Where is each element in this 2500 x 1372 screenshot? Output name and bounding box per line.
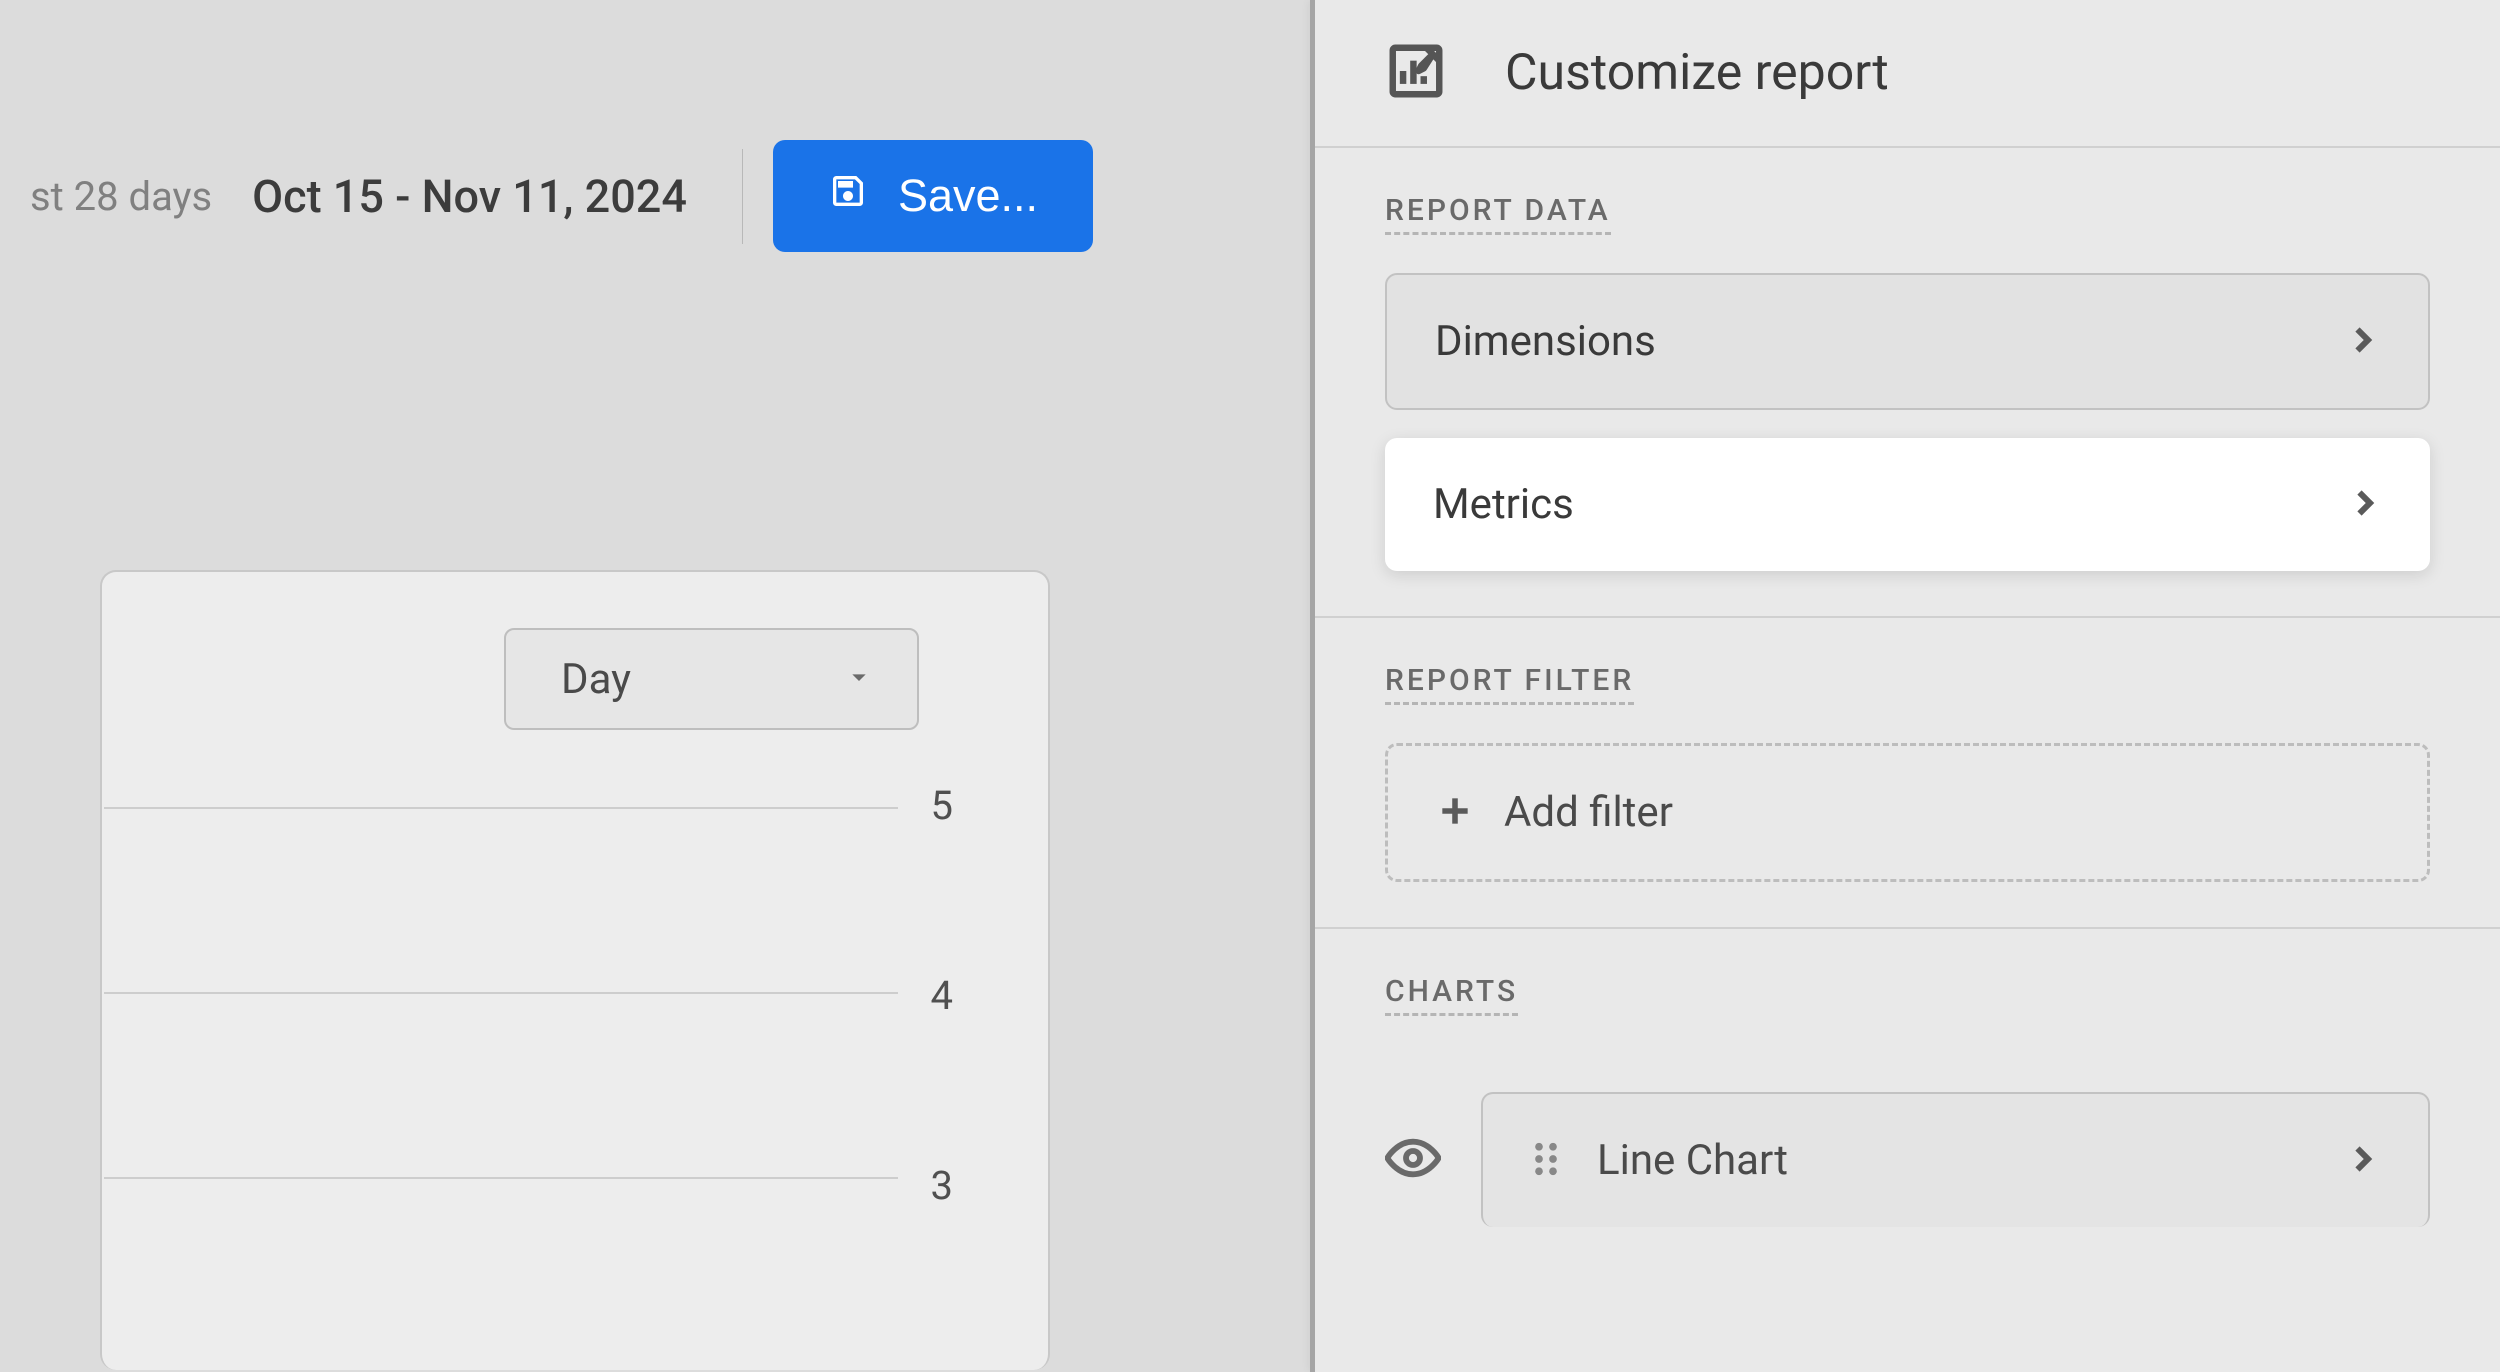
metrics-option[interactable]: Metrics [1385, 438, 2430, 571]
visibility-icon[interactable] [1385, 1130, 1441, 1190]
drag-handle-icon[interactable] [1531, 1138, 1561, 1184]
gridline [104, 807, 898, 809]
save-button-label: Save... [898, 170, 1038, 222]
dropdown-arrow-icon [843, 661, 875, 697]
section-heading-report-data: REPORT DATA [1385, 193, 1611, 235]
axis-tick: 4 [931, 972, 953, 1019]
granularity-dropdown[interactable]: Day [504, 628, 919, 730]
granularity-label: Day [561, 655, 631, 704]
dimensions-option[interactable]: Dimensions [1385, 273, 2430, 410]
gridline [104, 1177, 898, 1179]
chevron-right-icon [2346, 485, 2382, 525]
chevron-right-icon [2344, 1141, 2380, 1181]
section-heading-report-filter: REPORT FILTER [1385, 663, 1634, 705]
charts-row: Line Chart [1385, 1092, 2430, 1227]
date-range-label[interactable]: Oct 15 - Nov 11, 2024 [252, 170, 687, 223]
chevron-right-icon [2344, 322, 2380, 362]
metrics-label: Metrics [1433, 480, 1574, 529]
add-filter-button[interactable]: Add filter [1385, 743, 2430, 882]
panel-title: Customize report [1505, 44, 1889, 102]
chart-edit-icon [1385, 40, 1447, 106]
axis-tick: 5 [931, 782, 953, 829]
report-filter-section: REPORT FILTER Add filter [1315, 618, 2500, 929]
vertical-divider [742, 149, 743, 244]
report-top-bar: st 28 days Oct 15 - Nov 11, 2024 Save... [0, 0, 1310, 252]
save-icon [828, 170, 868, 222]
panel-header: Customize report [1315, 0, 2500, 148]
add-filter-label: Add filter [1504, 788, 1673, 837]
report-data-section: REPORT DATA Dimensions Metrics [1315, 148, 2500, 618]
chart-type-label: Line Chart [1597, 1136, 1788, 1185]
charts-section: CHARTS Line Chart [1315, 929, 2500, 1227]
dimensions-label: Dimensions [1435, 317, 1656, 366]
main-report-area: st 28 days Oct 15 - Nov 11, 2024 Save...… [0, 0, 1310, 1372]
chart-type-line-option[interactable]: Line Chart [1481, 1092, 2430, 1227]
chart-card: Day 5 4 3 [100, 570, 1050, 1370]
section-heading-charts: CHARTS [1385, 974, 1518, 1016]
save-button[interactable]: Save... [773, 140, 1093, 252]
customize-report-panel: Customize report REPORT DATA Dimensions … [1310, 0, 2500, 1372]
gridline [104, 992, 898, 994]
plus-icon [1436, 792, 1474, 834]
axis-tick: 3 [931, 1162, 953, 1209]
date-preset-label[interactable]: st 28 days [30, 173, 212, 220]
